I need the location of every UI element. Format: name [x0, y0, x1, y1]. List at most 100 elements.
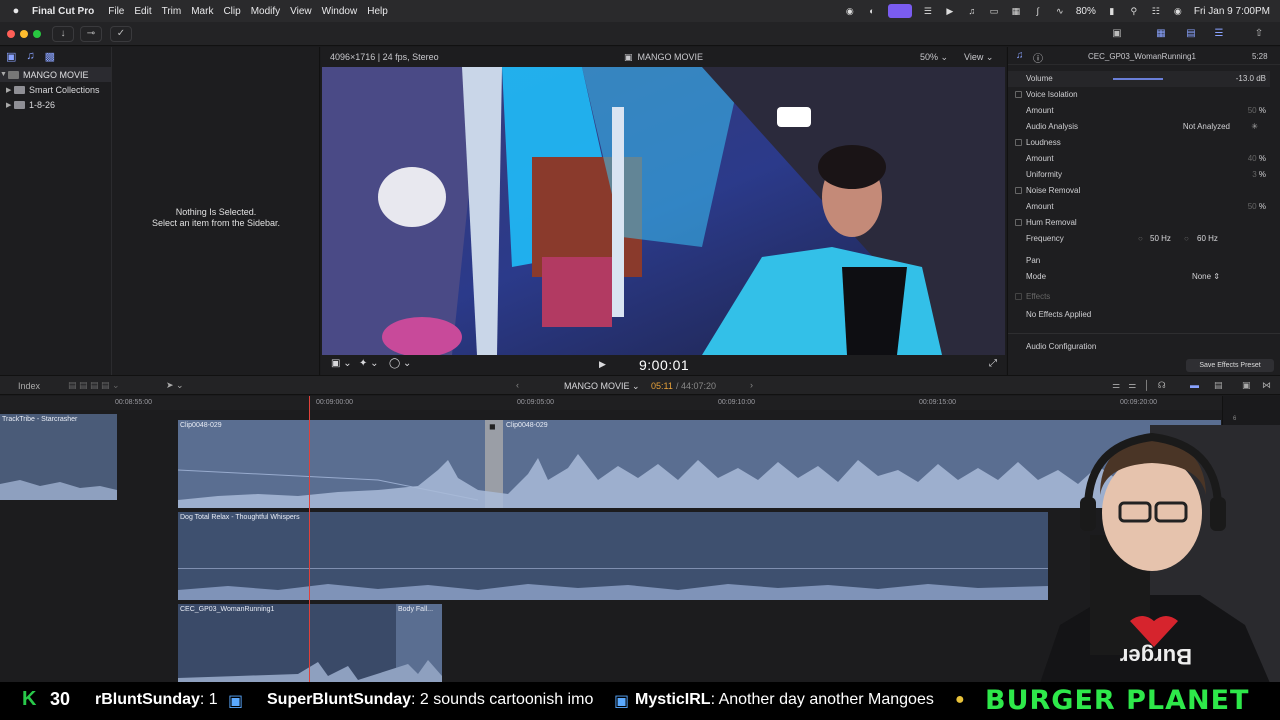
transitions-browser-icon[interactable]: ⋈	[1262, 380, 1271, 391]
menu-clip[interactable]: Clip	[223, 6, 250, 17]
clip-appearance-icon[interactable]: ▤	[1214, 380, 1223, 391]
audio-inspector-tab-icon[interactable]: ♫	[1016, 50, 1024, 61]
show-timeline-icon[interactable]: ▤	[1180, 26, 1202, 42]
search-icon[interactable]: ⚲	[1128, 6, 1140, 16]
analyze-icon[interactable]: ✳	[1251, 119, 1258, 135]
menu-help[interactable]: Help	[367, 6, 398, 17]
screen-record-icon[interactable]	[887, 4, 912, 18]
menu-modify[interactable]: Modify	[251, 6, 290, 17]
amount-label: Amount	[1026, 202, 1054, 211]
zoom-menu[interactable]: 50% ⌄	[920, 52, 948, 63]
menu-file[interactable]: File	[108, 6, 134, 17]
disclosure-closed-icon[interactable]: ▶	[6, 101, 14, 109]
browser-empty-message: Nothing Is Selected. Select an item from…	[112, 207, 320, 229]
back-arrow-icon[interactable]: ‹	[516, 380, 519, 390]
disclosure-closed-icon[interactable]: ▶	[6, 86, 14, 94]
timeline-tools-icons[interactable]: ⚌⚌│☊	[1112, 380, 1174, 391]
menu-mark[interactable]: Mark	[191, 6, 223, 17]
siri-icon[interactable]: ◉	[1172, 6, 1184, 16]
hum-removal-checkbox[interactable]	[1015, 219, 1022, 226]
chat-text: : 2 sounds cartoonish imo	[411, 691, 594, 708]
waveform-toggle-icon[interactable]: ▬	[1190, 380, 1199, 390]
volume-icon[interactable]: ♫	[966, 6, 978, 16]
apple-menu-icon[interactable]: ●	[0, 5, 32, 17]
loudness-checkbox[interactable]	[1015, 139, 1022, 146]
status-icon[interactable]: ◐	[866, 6, 878, 16]
minimize-window-button[interactable]	[20, 30, 28, 38]
timeline-ruler[interactable]: 00:08:55:00 00:09:00:00 00:09:05:00 00:0…	[0, 396, 1222, 410]
volume-slider[interactable]	[1113, 78, 1163, 80]
enhance-icon[interactable]: ✦ ⌄	[359, 358, 379, 369]
control-center-icon[interactable]: ☷	[1150, 6, 1162, 16]
show-browser-icon[interactable]: ▦	[1150, 26, 1172, 42]
vi-amount-value[interactable]: 50 %	[1248, 103, 1266, 119]
empty-subtitle: Select an item from the Sidebar.	[151, 218, 281, 228]
keywords-button[interactable]: ⊸	[80, 26, 102, 42]
background-tasks-button[interactable]: ✓	[110, 26, 132, 42]
uniformity-value[interactable]: 3 %	[1252, 167, 1266, 183]
previous-audio-clip[interactable]: TrackTribe - Starcrasher	[0, 414, 117, 500]
library-icon	[8, 70, 19, 79]
timeline-project-menu[interactable]: MANGO MOVIE ⌄	[564, 381, 640, 392]
speed-icon[interactable]: ◯ ⌄	[389, 358, 411, 369]
volume-value[interactable]: -13.0 dB	[1236, 71, 1266, 87]
play-button[interactable]: ▶	[599, 359, 606, 370]
zoom-window-button[interactable]	[33, 30, 41, 38]
chat-message: SuperBluntSunday: 2 sounds cartoonish im…	[267, 691, 593, 709]
import-button[interactable]: ↓	[52, 26, 74, 42]
play-status-icon[interactable]: ▶	[944, 6, 956, 16]
radio-60hz[interactable]: ○	[1184, 231, 1189, 247]
bluetooth-icon[interactable]: ∫	[1032, 6, 1044, 16]
noise-removal-checkbox[interactable]	[1015, 187, 1022, 194]
effects-checkbox[interactable]	[1015, 293, 1022, 300]
status-icon[interactable]: ☰	[922, 6, 934, 16]
display-icon[interactable]: ▭	[988, 6, 1000, 16]
playhead[interactable]	[309, 396, 310, 682]
video-frame[interactable]	[322, 67, 1005, 355]
transform-icon[interactable]: ▣ ⌄	[331, 358, 352, 369]
share-icon[interactable]: ⇧	[1248, 26, 1270, 42]
sfx-clip[interactable]: CEC_GP03_WomanRunning1 Body Fall...	[178, 604, 442, 682]
effects-browser-icon[interactable]: ▣	[1242, 380, 1251, 391]
status-icon[interactable]: ▦	[1010, 6, 1022, 16]
clip-label: Clip0048-029	[180, 422, 222, 429]
info-inspector-tab-icon[interactable]: ⓘ	[1033, 50, 1043, 65]
menu-edit[interactable]: Edit	[134, 6, 161, 17]
view-menu[interactable]: View ⌄	[964, 52, 993, 63]
chat-message: MysticIRL: Another day another Mangoes	[635, 691, 934, 709]
chat-text: : Another day another Mangoes	[710, 691, 934, 708]
audio-configuration-row[interactable]: Audio Configuration	[1008, 339, 1270, 355]
pan-mode-select[interactable]: None ⇕	[1192, 269, 1220, 285]
forward-arrow-icon[interactable]: ›	[750, 380, 753, 390]
close-window-button[interactable]	[7, 30, 15, 38]
menu-app[interactable]: Final Cut Pro	[32, 6, 108, 17]
show-inspector-icon[interactable]: ☰	[1208, 26, 1230, 42]
loudness-amount-value[interactable]: 40 %	[1248, 151, 1266, 167]
select-tool-icon[interactable]: ➤ ⌄	[166, 380, 184, 391]
clip-appearance-icons[interactable]: ▤ ▤ ▤ ▤ ⌄	[68, 380, 120, 391]
fullscreen-icon[interactable]: ⤢	[989, 358, 997, 369]
menu-view[interactable]: View	[290, 6, 322, 17]
menu-window[interactable]: Window	[322, 6, 368, 17]
disclosure-open-icon[interactable]: ▼	[0, 71, 8, 78]
libraries-tab-icon[interactable]: ▣	[6, 50, 16, 64]
titles-generators-tab-icon[interactable]: ▩	[45, 50, 55, 64]
menu-trim[interactable]: Trim	[162, 6, 192, 17]
radio-50hz[interactable]: ○	[1138, 231, 1143, 247]
save-effects-preset-button[interactable]: Save Effects Preset	[1186, 359, 1274, 372]
voice-isolation-checkbox[interactable]	[1015, 91, 1022, 98]
index-button[interactable]: Index	[18, 381, 40, 391]
sidebar-item-library[interactable]: ▼ MANGO MOVIE	[0, 67, 111, 82]
share-menu-icon[interactable]: ▣	[1106, 26, 1128, 42]
mode-label: Mode	[1026, 272, 1047, 281]
timecode-display[interactable]: 9:00:01	[639, 357, 689, 373]
wifi-icon[interactable]: ∿	[1054, 6, 1066, 16]
photos-audio-tab-icon[interactable]: ♫	[26, 50, 34, 64]
clock: Fri Jan 9 7:00PM	[1193, 5, 1270, 17]
status-icon[interactable]: ◉	[844, 6, 856, 16]
noise-amount-value[interactable]: 50 %	[1248, 199, 1266, 215]
battery-icon[interactable]: ▮	[1106, 6, 1118, 16]
sidebar-item-smart-collections[interactable]: ▶ Smart Collections	[0, 82, 111, 97]
volume-row: Volume -13.0 dB	[1008, 71, 1270, 87]
sidebar-item-event[interactable]: ▶ 1-8-26	[0, 97, 111, 112]
